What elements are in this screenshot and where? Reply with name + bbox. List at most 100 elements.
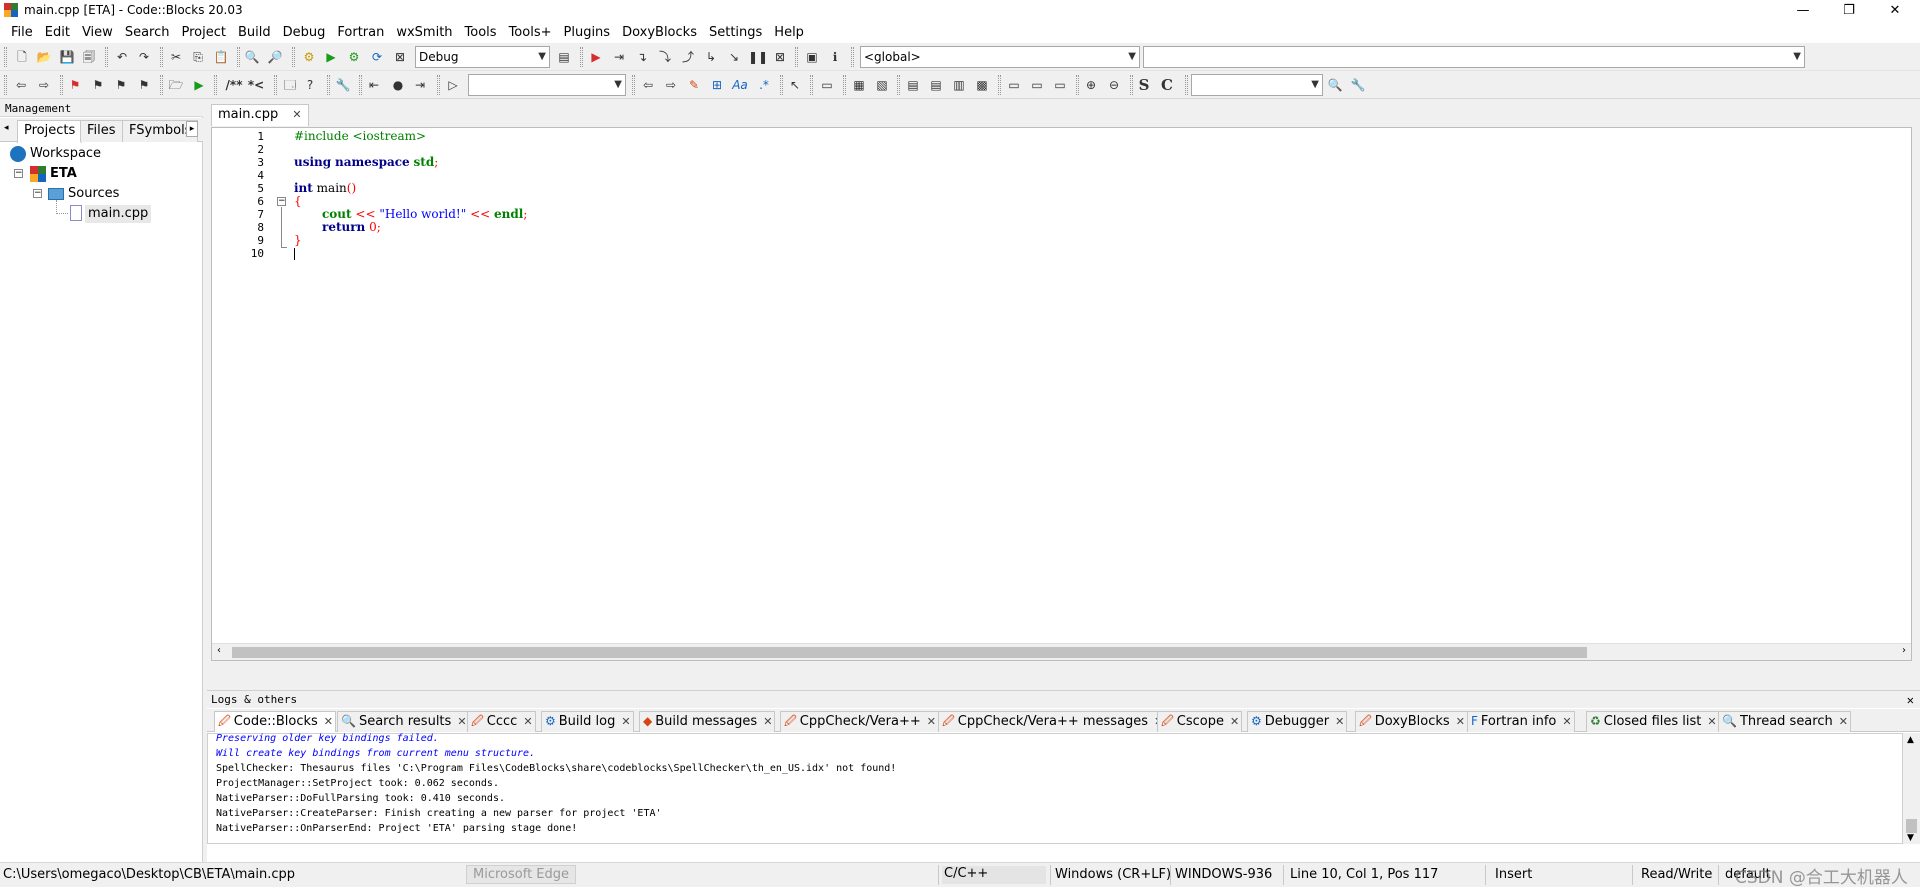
next-line-icon[interactable]: ↴	[633, 48, 651, 66]
layout2-icon[interactable]: ▧	[873, 76, 891, 94]
menu-view[interactable]: View	[76, 25, 119, 40]
log-tab-closed-files[interactable]: ♻ Closed files list ✕	[1586, 711, 1720, 732]
close-tab-icon[interactable]: ✕	[324, 715, 333, 728]
menu-wxsmith[interactable]: wxSmith	[390, 25, 458, 40]
minimize-button[interactable]: —	[1780, 0, 1826, 22]
menu-project[interactable]: Project	[175, 25, 231, 40]
find-icon[interactable]: 🔍	[243, 48, 261, 66]
abort-icon[interactable]: ⊠	[391, 48, 409, 66]
doxywizard-icon[interactable]: 🗁	[167, 76, 185, 94]
toolbar-grip[interactable]	[843, 75, 846, 95]
redo-icon[interactable]: ↷	[135, 48, 153, 66]
run-html-icon[interactable]: 🗔	[281, 76, 299, 94]
zoom-in-icon[interactable]: ⊕	[1082, 76, 1100, 94]
tree-project-eta[interactable]: ETA	[50, 165, 77, 183]
block-comment-button[interactable]: /**	[222, 76, 246, 94]
tab-projects[interactable]: Projects	[17, 120, 83, 143]
sizer-flex-icon[interactable]: ▩	[973, 76, 991, 94]
next-bookmark-icon[interactable]: ⚑	[112, 76, 130, 94]
log-tab-build-log[interactable]: ⚙ Build log ✕	[541, 711, 634, 732]
log-tab-cppcheck[interactable]: 🖉 CppCheck/Vera++ ✕	[780, 711, 939, 732]
toolbar-grip[interactable]	[810, 75, 813, 95]
tab-files[interactable]: Files	[80, 120, 123, 142]
toolbar-grip[interactable]	[160, 75, 163, 95]
log-tab-build-messages[interactable]: ◆ Build messages ✕	[639, 711, 776, 732]
tree-workspace[interactable]: Workspace	[30, 145, 101, 163]
jump-forward-icon[interactable]: ⇨	[35, 76, 53, 94]
panel-icon[interactable]: ▭	[1051, 76, 1069, 94]
debug-start-icon[interactable]: ▶	[587, 48, 605, 66]
menu-plugins[interactable]: Plugins	[558, 25, 617, 40]
toolbar-grip[interactable]	[4, 47, 7, 67]
incremental-search-select[interactable]: ▼	[468, 74, 626, 96]
selected-only-icon[interactable]: ⊞	[708, 76, 726, 94]
toolbar-grip[interactable]	[580, 47, 583, 67]
undo-icon[interactable]: ↶	[113, 48, 131, 66]
rebuild-icon[interactable]: ⟳	[368, 48, 386, 66]
scroll-down-icon[interactable]: ▼	[1907, 833, 1914, 843]
wrench-icon[interactable]: 🔧	[334, 76, 352, 94]
code-search-select[interactable]: ▼	[1191, 74, 1323, 96]
frame-icon[interactable]: ▭	[1005, 76, 1023, 94]
search-prev-icon[interactable]: ⇦	[639, 76, 657, 94]
toolbar-grip[interactable]	[795, 47, 798, 67]
log-tab-codeblocks[interactable]: 🖉 Code::Blocks ✕	[214, 711, 336, 732]
scroll-up-icon[interactable]: ▲	[1907, 735, 1914, 745]
collapse-toggle-icon[interactable]: −	[14, 169, 23, 178]
log-tab-doxyblocks[interactable]: 🖉 DoxyBlocks ✕	[1355, 711, 1468, 732]
line-comment-button[interactable]: *<	[244, 76, 268, 94]
toolbar-grip[interactable]	[437, 75, 440, 95]
close-tab-icon[interactable]: ✕	[523, 715, 532, 728]
close-tab-icon[interactable]: ✕	[763, 715, 772, 728]
menu-fortran[interactable]: Fortran	[331, 25, 390, 40]
tree-file-main-cpp[interactable]: main.cpp	[85, 205, 152, 223]
dialog-icon[interactable]: ▭	[1028, 76, 1046, 94]
tab-scroll-right-icon[interactable]: ▸	[186, 121, 198, 137]
log-output[interactable]: Preserving older key bindings failed. Wi…	[207, 733, 1903, 844]
new-file-icon[interactable]: 🗋	[13, 48, 31, 66]
s-button[interactable]: S	[1135, 76, 1153, 94]
paste-icon[interactable]: 📋	[212, 48, 230, 66]
toolbar-grip[interactable]	[1130, 75, 1133, 95]
log-vertical-scrollbar[interactable]: ▲ ▼	[1903, 733, 1920, 844]
close-window-button[interactable]: ✕	[1872, 0, 1918, 22]
sizer-horizontal-icon[interactable]: ▤	[904, 76, 922, 94]
toolbar-grip[interactable]	[214, 75, 217, 95]
menu-settings[interactable]: Settings	[703, 25, 768, 40]
close-tab-icon[interactable]: ✕	[1335, 715, 1344, 728]
toolbar-grip[interactable]	[292, 47, 295, 67]
function-select[interactable]: ▼	[1143, 46, 1805, 68]
symbol-browse-icon[interactable]: ▷	[444, 76, 462, 94]
status-eol[interactable]: Windows (CR+LF)	[1055, 867, 1171, 882]
open-file-icon[interactable]: 📂	[35, 48, 53, 66]
toolbar-grip[interactable]	[851, 47, 854, 67]
close-tab-icon[interactable]: ✕	[621, 715, 630, 728]
tab-scroll-left-icon[interactable]: ◂	[4, 123, 9, 133]
menu-doxyblocks[interactable]: DoxyBlocks	[616, 25, 703, 40]
menu-tools-plus[interactable]: Tools+	[503, 25, 558, 40]
tree-folder-sources[interactable]: Sources	[68, 185, 119, 203]
step-into-instruction-icon[interactable]: ↘	[725, 48, 743, 66]
toolbar-grip[interactable]	[632, 75, 635, 95]
close-tab-icon[interactable]: ✕	[292, 108, 301, 121]
match-case-icon[interactable]: Aa	[731, 76, 749, 94]
highlight-icon[interactable]: ✎	[685, 76, 703, 94]
save-icon[interactable]: 💾	[58, 48, 76, 66]
code-search-icon[interactable]: 🔍	[1326, 76, 1344, 94]
log-tab-cscope[interactable]: 🖉 Cscope ✕	[1157, 711, 1243, 732]
code-search-options-icon[interactable]: 🔧	[1349, 76, 1367, 94]
close-tab-icon[interactable]: ✕	[1562, 715, 1571, 728]
menu-build[interactable]: Build	[232, 25, 277, 40]
close-tab-icon[interactable]: ✕	[1839, 715, 1848, 728]
toolbar-grip[interactable]	[1185, 75, 1188, 95]
close-tab-icon[interactable]: ✕	[457, 715, 466, 728]
toolbar-grip[interactable]	[1076, 75, 1079, 95]
next-instruction-icon[interactable]: ↳	[702, 48, 720, 66]
editor-horizontal-scrollbar[interactable]: ‹ ›	[212, 643, 1911, 660]
log-tab-search-results[interactable]: 🔍 Search results ✕	[337, 711, 470, 732]
toolbar-grip[interactable]	[780, 75, 783, 95]
menu-search[interactable]: Search	[119, 25, 176, 40]
scrollbar-thumb[interactable]	[1906, 819, 1917, 833]
scroll-left-icon[interactable]: ‹	[217, 645, 221, 656]
pause-icon[interactable]: ❚❚	[748, 48, 768, 66]
